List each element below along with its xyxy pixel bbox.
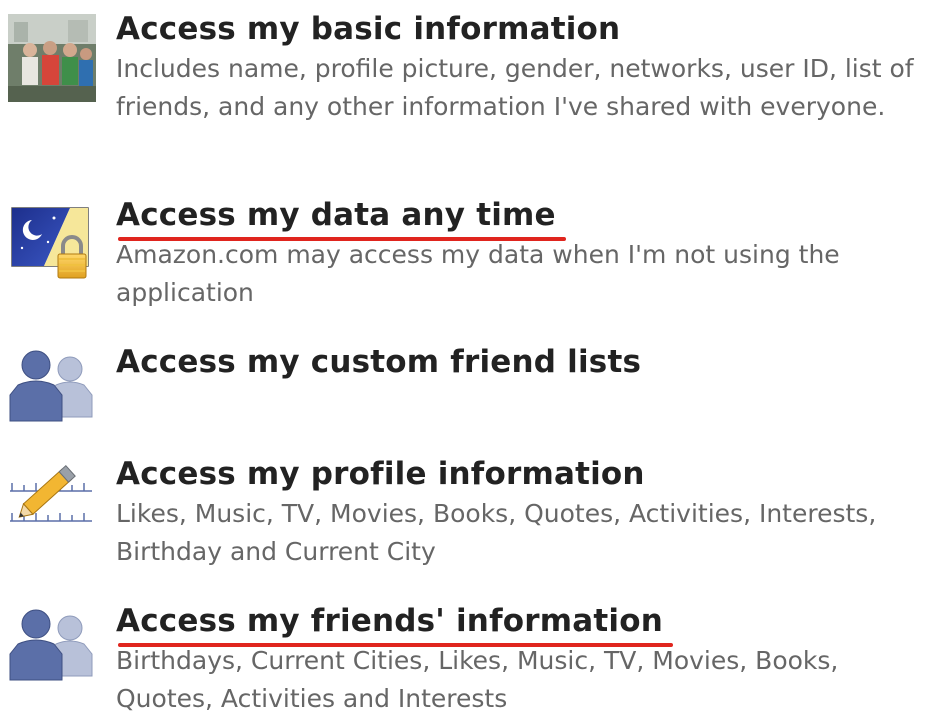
profile-photo-icon	[8, 14, 96, 102]
permission-description: Includes name, profile picture, gender, …	[116, 54, 914, 121]
permission-title: Access my data any time	[116, 197, 566, 241]
pencil-ruler-icon	[8, 459, 96, 547]
permission-description: Birthdays, Current Cities, Likes, Music,…	[116, 646, 839, 713]
permission-title: Access my basic information	[116, 11, 621, 47]
permission-description: Amazon.com may access my data when I'm n…	[116, 240, 840, 307]
permission-description: Likes, Music, TV, Movies, Books, Quotes,…	[116, 499, 877, 566]
night-lock-icon	[8, 202, 96, 290]
friends-icon	[8, 345, 96, 433]
friends-icon	[8, 604, 96, 692]
permission-title: Access my custom friend lists	[116, 344, 642, 380]
permission-title: Access my profile information	[116, 456, 645, 492]
permission-title: Access my friends' information	[116, 603, 673, 647]
